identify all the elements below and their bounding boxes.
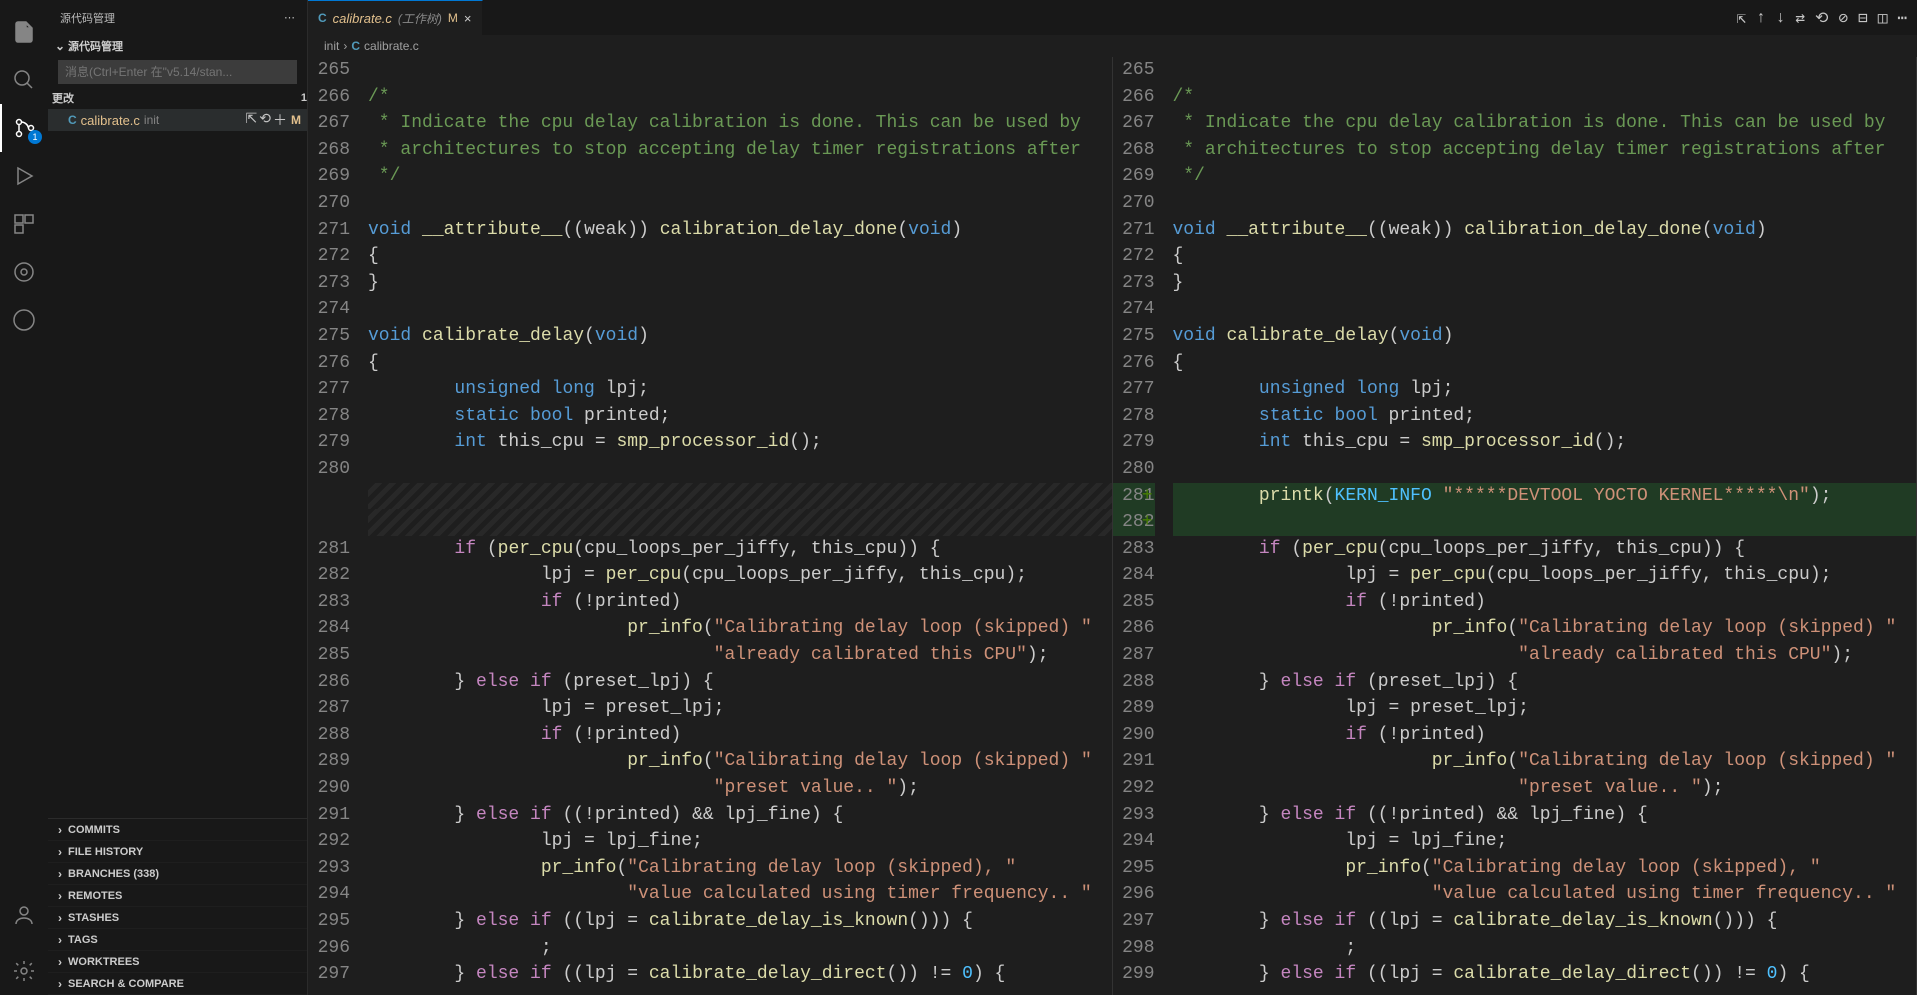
chevron-right-icon bbox=[52, 823, 68, 837]
settings-gear-icon[interactable] bbox=[0, 947, 48, 995]
section-label: FILE HISTORY bbox=[68, 846, 143, 858]
c-file-icon: C bbox=[68, 113, 77, 127]
sidebar-section[interactable]: SEARCH & COMPARE bbox=[48, 973, 307, 995]
sidebar-section[interactable]: FILE HISTORY bbox=[48, 841, 307, 863]
sidebar-section[interactable]: STASHES bbox=[48, 907, 307, 929]
editor-area: C calibrate.c (工作树) M × ⇱ ↑ ↓ ⇄ ⟲ ⊘ ⊟ ◫ … bbox=[308, 0, 1917, 995]
swap-icon[interactable]: ⇄ bbox=[1795, 8, 1805, 28]
sidebar-title-row: 源代码管理 ⋯ bbox=[48, 0, 307, 35]
breadcrumb-item[interactable]: init bbox=[324, 39, 339, 53]
sidebar: 源代码管理 ⋯ 源代码管理 更改 1 C calibrate.c init ⇱ … bbox=[48, 0, 308, 995]
changes-count-badge: 1 bbox=[301, 92, 307, 104]
stage-icon[interactable]: ＋ bbox=[273, 110, 287, 130]
sidebar-section[interactable]: WORKTREES bbox=[48, 951, 307, 973]
diff-view: 2652662672682692702712722732742752762772… bbox=[308, 57, 1917, 995]
right-gutter: 2652662672682692702712722732742752762772… bbox=[1113, 57, 1173, 995]
chevron-right-icon bbox=[52, 845, 68, 859]
toggle-whitespace-icon[interactable]: ⊘ bbox=[1838, 8, 1848, 28]
sidebar-section[interactable]: TAGS bbox=[48, 929, 307, 951]
section-label: WORKTREES bbox=[68, 956, 140, 968]
sidebar-section[interactable]: COMMITS bbox=[48, 819, 307, 841]
section-label: STASHES bbox=[68, 912, 119, 924]
left-gutter: 2652662672682692702712722732742752762772… bbox=[308, 57, 368, 995]
refresh-icon[interactable]: ⟲ bbox=[1815, 8, 1828, 28]
chevron-down-icon bbox=[52, 39, 68, 53]
chevron-right-icon bbox=[52, 933, 68, 947]
section-label: BRANCHES (338) bbox=[68, 868, 159, 880]
file-dir: init bbox=[144, 113, 159, 127]
discard-icon[interactable]: ⟲ bbox=[259, 110, 271, 130]
tab-bar: C calibrate.c (工作树) M × ⇱ ↑ ↓ ⇄ ⟲ ⊘ ⊟ ◫ … bbox=[308, 0, 1917, 35]
accounts-icon[interactable] bbox=[0, 891, 48, 939]
split-icon[interactable]: ◫ bbox=[1878, 8, 1888, 28]
close-icon[interactable]: × bbox=[464, 11, 472, 26]
repo-label: 源代码管理 bbox=[68, 38, 123, 54]
file-status: M bbox=[291, 113, 301, 127]
search-icon[interactable] bbox=[0, 56, 48, 104]
diff-left-pane[interactable]: 2652662672682692702712722732742752762772… bbox=[308, 57, 1113, 995]
tab-label: calibrate.c bbox=[333, 11, 392, 26]
sidebar-section[interactable]: BRANCHES (338) bbox=[48, 863, 307, 885]
collapse-icon[interactable]: ⊟ bbox=[1858, 8, 1868, 28]
sidebar-section[interactable]: REMOTES bbox=[48, 885, 307, 907]
run-debug-icon[interactable] bbox=[0, 152, 48, 200]
gitlens-sections: COMMITS FILE HISTORY BRANCHES (338) REMOTES… bbox=[48, 818, 307, 995]
c-file-icon: C bbox=[351, 39, 360, 53]
repo-section-header[interactable]: 源代码管理 bbox=[48, 35, 307, 57]
tab-calibrate[interactable]: C calibrate.c (工作树) M × bbox=[308, 0, 483, 35]
section-label: TAGS bbox=[68, 934, 98, 946]
source-control-icon[interactable]: 1 bbox=[0, 104, 48, 152]
prev-change-icon[interactable]: ↑ bbox=[1756, 9, 1766, 27]
changes-label: 更改 bbox=[52, 90, 74, 106]
file-name: calibrate.c bbox=[81, 113, 140, 128]
open-file-icon[interactable]: ⇱ bbox=[246, 110, 258, 130]
changes-section-header[interactable]: 更改 1 bbox=[48, 87, 307, 109]
editor-actions: ⇱ ↑ ↓ ⇄ ⟲ ⊘ ⊟ ◫ ⋯ bbox=[1737, 0, 1917, 35]
sidebar-more-icon[interactable]: ⋯ bbox=[284, 11, 295, 24]
chevron-right-icon bbox=[52, 977, 68, 991]
breadcrumb-item[interactable]: calibrate.c bbox=[364, 39, 419, 53]
explorer-icon[interactable] bbox=[0, 8, 48, 56]
chevron-right-icon bbox=[52, 889, 68, 903]
c-file-icon: C bbox=[318, 11, 327, 25]
gitlens-icon[interactable] bbox=[0, 248, 48, 296]
more-icon[interactable]: ⋯ bbox=[1897, 8, 1907, 28]
commit-message-input[interactable] bbox=[58, 60, 297, 84]
github-icon[interactable] bbox=[0, 296, 48, 344]
tab-status: M bbox=[448, 11, 458, 25]
next-change-icon[interactable]: ↓ bbox=[1776, 9, 1786, 27]
diff-right-pane[interactable]: 2652662672682692702712722732742752762772… bbox=[1113, 57, 1917, 995]
section-label: COMMITS bbox=[68, 824, 120, 836]
section-label: REMOTES bbox=[68, 890, 122, 902]
chevron-right-icon bbox=[52, 955, 68, 969]
sidebar-title: 源代码管理 bbox=[60, 10, 115, 26]
extensions-icon[interactable] bbox=[0, 200, 48, 248]
tab-suffix: (工作树) bbox=[398, 10, 442, 27]
right-code[interactable]: /* * Indicate the cpu delay calibration … bbox=[1173, 57, 1917, 995]
activity-bar: 1 bbox=[0, 0, 48, 995]
chevron-right-icon bbox=[52, 867, 68, 881]
chevron-right-icon bbox=[52, 911, 68, 925]
section-label: SEARCH & COMPARE bbox=[68, 978, 184, 990]
go-to-file-icon[interactable]: ⇱ bbox=[1737, 8, 1747, 28]
breadcrumbs[interactable]: init › C calibrate.c bbox=[308, 35, 1917, 57]
left-code[interactable]: /* * Indicate the cpu delay calibration … bbox=[368, 57, 1112, 995]
changed-file-row[interactable]: C calibrate.c init ⇱ ⟲ ＋ M bbox=[48, 109, 307, 131]
scm-badge: 1 bbox=[28, 130, 42, 144]
